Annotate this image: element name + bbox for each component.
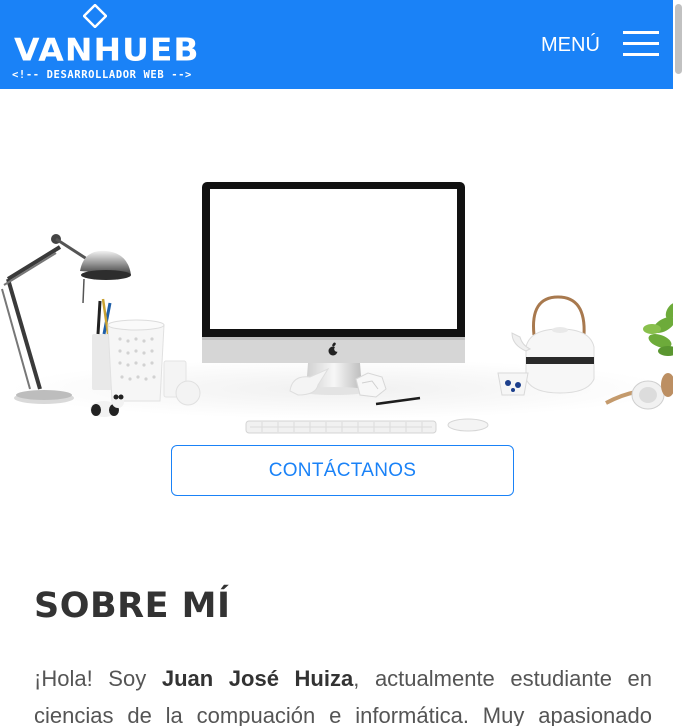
about-heading: SOBRE MÍ — [34, 586, 231, 626]
about-paragraph: ¡Hola! Soy Juan José Huiza, actualmente … — [34, 660, 652, 726]
keyboard — [245, 420, 437, 434]
author-name: Juan José Huiza — [161, 666, 354, 691]
diamond-logo-icon — [83, 4, 107, 28]
plant — [643, 302, 673, 356]
logo-wordmark: VANHUEB — [14, 30, 200, 69]
logo-tagline: <!-- DESARROLLADOR WEB --> — [12, 69, 192, 81]
mouse — [447, 418, 489, 432]
hamburger-menu-icon[interactable] — [623, 31, 659, 57]
scrollbar-thumb[interactable] — [675, 4, 682, 74]
contact-button[interactable]: CONTÁCTANOS — [171, 445, 514, 496]
porcelain-cup — [497, 372, 529, 396]
site-logo[interactable]: VANHUEB <!-- DESARROLLADOR WEB --> — [10, 4, 199, 84]
about-line1-rest: , actualmente estudiante en — [353, 666, 653, 691]
menu-label[interactable]: MENÚ — [541, 34, 600, 57]
site-header: VANHUEB <!-- DESARROLLADOR WEB --> MENÚ — [0, 0, 684, 89]
about-line2: ciencias de la compuación e informática.… — [34, 703, 652, 726]
decorative-cup — [107, 319, 201, 406]
hero-desk-illustration — [1, 182, 673, 434]
about-intro: ¡Hola! Soy — [34, 666, 162, 691]
page-scrollbar[interactable] — [673, 0, 684, 726]
